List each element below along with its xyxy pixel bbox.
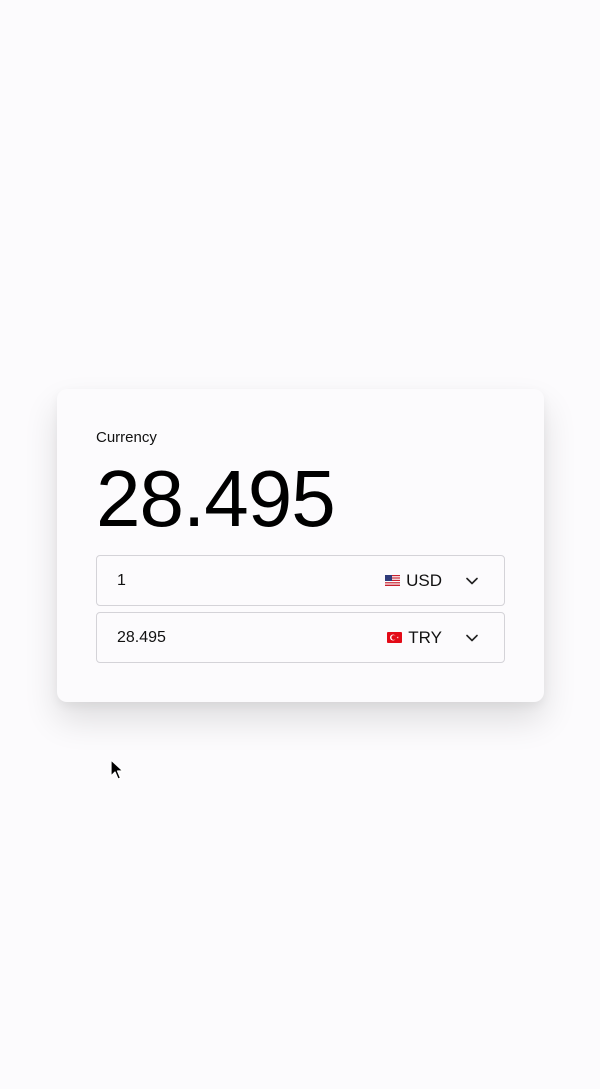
to-currency-row: TRY (96, 612, 505, 663)
chevron-down-icon (466, 634, 478, 642)
converted-result: 28.495 (96, 454, 336, 543)
chevron-down-icon (466, 577, 478, 585)
to-currency-select[interactable]: TRY (387, 613, 478, 662)
tr-flag-icon (387, 632, 403, 643)
from-currency-code: USD (406, 570, 442, 590)
to-amount-input[interactable] (97, 613, 347, 662)
currency-converter-card: Currency 28.495 USD (57, 389, 544, 702)
mouse-pointer-icon (110, 759, 124, 781)
from-currency-row: USD (96, 555, 505, 606)
to-currency-code: TRY (408, 627, 442, 647)
us-flag-icon (385, 575, 401, 586)
from-amount-input[interactable] (97, 556, 347, 605)
from-currency-select[interactable]: USD (385, 556, 478, 605)
converter-label: Currency (96, 429, 157, 446)
page: Currency 28.495 USD (0, 0, 600, 1089)
